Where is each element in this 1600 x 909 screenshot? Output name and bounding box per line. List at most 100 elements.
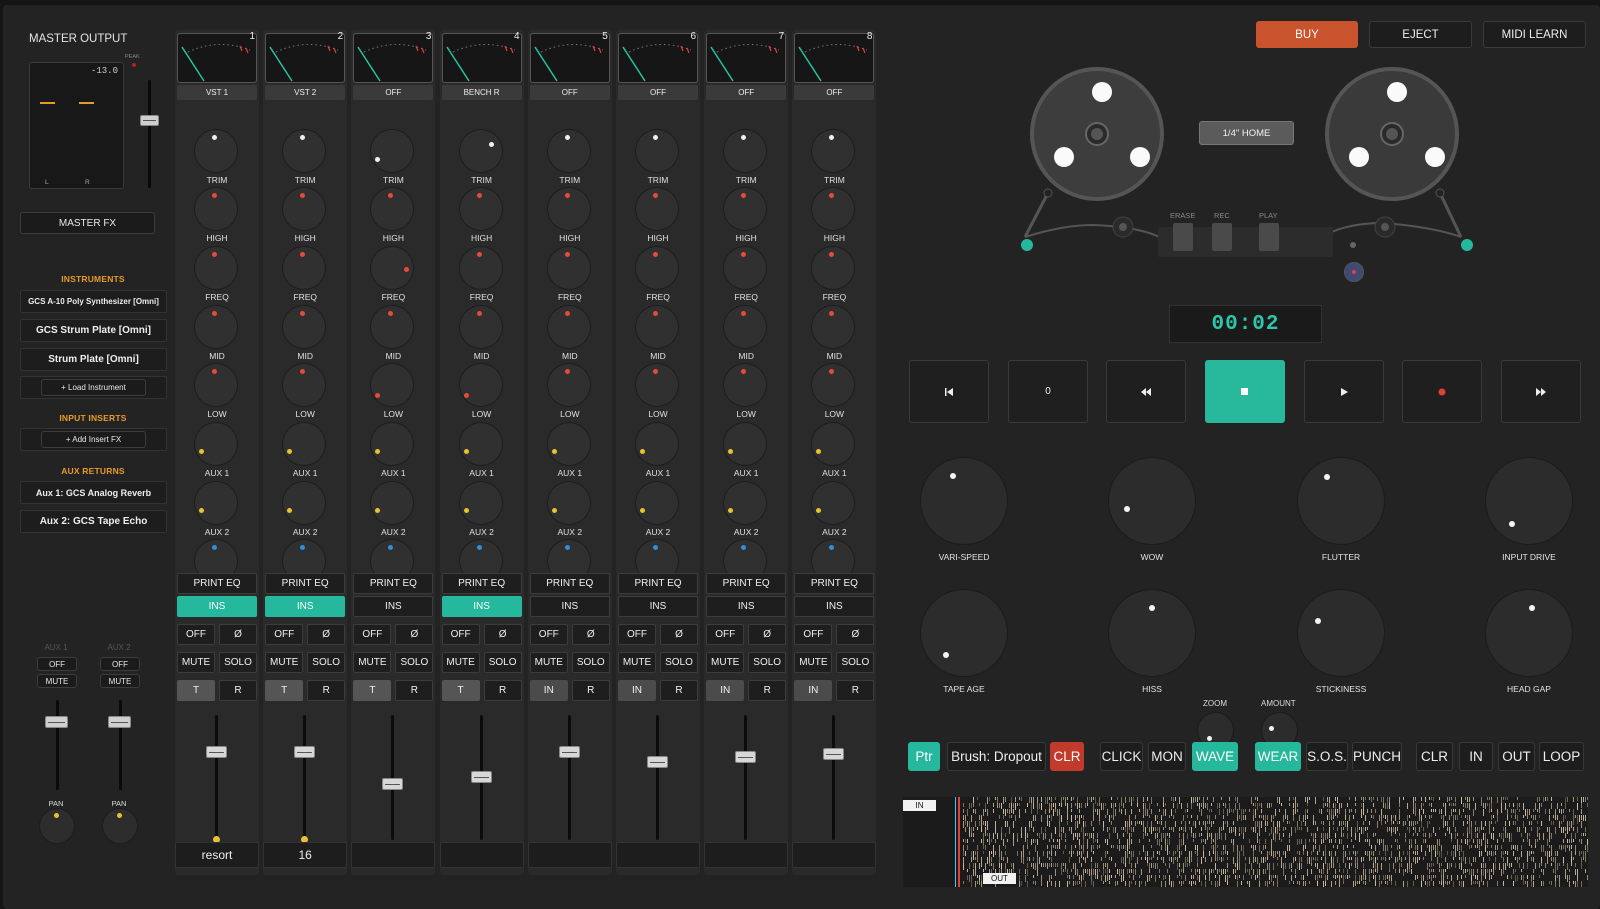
aux-2-off-button[interactable]: OFF <box>100 657 140 671</box>
phase-invert-button[interactable]: Ø <box>748 624 787 645</box>
trim-knob[interactable] <box>371 130 414 172</box>
trim-knob[interactable] <box>547 130 590 172</box>
in-marker[interactable]: IN <box>903 800 936 811</box>
channel-text-field[interactable] <box>792 842 877 868</box>
solo-button[interactable]: SOLO <box>660 652 698 673</box>
print-eq-button[interactable]: PRINT EQ <box>618 573 698 594</box>
print-eq-button[interactable]: PRINT EQ <box>353 573 434 594</box>
phase-invert-button[interactable]: Ø <box>483 624 522 645</box>
track-mode-button[interactable]: IN <box>706 680 745 701</box>
flutter-knob[interactable] <box>1298 458 1384 544</box>
trim-knob[interactable] <box>812 130 855 172</box>
out-point-button[interactable]: OUT <box>1498 742 1535 771</box>
ins-button[interactable]: INS <box>441 596 522 617</box>
mute-button[interactable]: MUTE <box>353 652 392 673</box>
solo-button[interactable]: SOLO <box>307 652 346 673</box>
clear-points-button[interactable]: CLR <box>1416 742 1453 771</box>
mute-button[interactable]: MUTE <box>706 652 745 673</box>
add-insert-fx-button[interactable]: + Add Insert FX <box>41 431 146 448</box>
head-gap-knob[interactable] <box>1486 590 1572 676</box>
in-point-button[interactable]: IN <box>1459 742 1493 771</box>
aux1-knob[interactable] <box>636 423 678 465</box>
channel-input-name[interactable]: OFF <box>794 85 875 100</box>
track-mode-button[interactable]: IN <box>618 680 656 701</box>
channel-text-field[interactable] <box>616 842 700 868</box>
trim-knob[interactable] <box>195 130 237 172</box>
high-knob[interactable] <box>724 188 767 230</box>
right-reel[interactable] <box>1325 67 1459 201</box>
aux1-knob[interactable] <box>724 423 767 465</box>
aux1-knob[interactable] <box>283 423 326 465</box>
rewind-button[interactable] <box>1106 360 1186 423</box>
aux1-knob[interactable] <box>547 423 590 465</box>
r-button[interactable]: R <box>483 680 522 701</box>
phase-invert-button[interactable]: Ø <box>571 624 610 645</box>
solo-button[interactable]: SOLO <box>219 652 257 673</box>
channel-fader[interactable] <box>735 751 757 764</box>
channel-fader[interactable] <box>647 756 668 769</box>
low-knob[interactable] <box>812 364 855 406</box>
mid-knob[interactable] <box>547 306 590 348</box>
brush-button[interactable]: Brush: Dropout <box>947 742 1046 771</box>
channel-fader[interactable] <box>382 777 404 790</box>
high-knob[interactable] <box>812 188 855 230</box>
print-eq-button[interactable]: PRINT EQ <box>265 573 346 594</box>
mid-knob[interactable] <box>195 306 237 348</box>
monitor-button[interactable]: MON <box>1148 742 1186 771</box>
channel-text-field[interactable] <box>704 842 789 868</box>
ins-button[interactable]: INS <box>618 596 698 617</box>
r-button[interactable]: R <box>219 680 257 701</box>
freq-knob[interactable] <box>812 247 855 289</box>
ins-button[interactable]: INS <box>794 596 875 617</box>
freq-knob[interactable] <box>371 247 414 289</box>
aux2-knob[interactable] <box>283 482 326 524</box>
aux-2-mute-button[interactable]: MUTE <box>100 674 140 688</box>
aux2-knob[interactable] <box>459 482 502 524</box>
phase-invert-button[interactable]: Ø <box>660 624 698 645</box>
channel-text-field[interactable] <box>351 842 436 868</box>
aux-2-fader[interactable] <box>108 716 131 728</box>
track-mode-button[interactable]: T <box>441 680 480 701</box>
solo-button[interactable]: SOLO <box>395 652 434 673</box>
mid-knob[interactable] <box>371 306 414 348</box>
left-reel[interactable] <box>1030 67 1164 201</box>
master-fx-button[interactable]: MASTER FX <box>20 212 155 234</box>
mute-button[interactable]: MUTE <box>618 652 656 673</box>
phase-invert-button[interactable]: Ø <box>836 624 875 645</box>
off-button[interactable]: OFF <box>706 624 745 645</box>
mid-knob[interactable] <box>283 306 326 348</box>
phase-invert-button[interactable]: Ø <box>307 624 346 645</box>
off-button[interactable]: OFF <box>353 624 392 645</box>
click-button[interactable]: CLICK <box>1100 742 1143 771</box>
aux2-knob[interactable] <box>547 482 590 524</box>
freq-knob[interactable] <box>283 247 326 289</box>
master-fader[interactable] <box>140 115 159 126</box>
freq-knob[interactable] <box>459 247 502 289</box>
channel-input-name[interactable]: VST 2 <box>265 85 346 100</box>
track-mode-button[interactable]: T <box>353 680 392 701</box>
off-button[interactable]: OFF <box>177 624 215 645</box>
low-knob[interactable] <box>195 364 237 406</box>
playhead[interactable] <box>958 797 960 887</box>
instrument-slot-3[interactable]: Strum Plate [Omni] <box>20 348 167 371</box>
freq-knob[interactable] <box>636 247 678 289</box>
solo-button[interactable]: SOLO <box>836 652 875 673</box>
wave-button[interactable]: WAVE <box>1192 742 1238 771</box>
aux-return-2[interactable]: Aux 2: GCS Tape Echo <box>20 510 167 533</box>
ins-button[interactable]: INS <box>706 596 787 617</box>
channel-fader[interactable] <box>558 746 580 759</box>
high-knob[interactable] <box>195 188 237 230</box>
aux-1-pan-knob[interactable] <box>40 809 74 843</box>
channel-text-field[interactable] <box>527 842 612 868</box>
off-button[interactable]: OFF <box>441 624 480 645</box>
high-knob[interactable] <box>547 188 590 230</box>
low-knob[interactable] <box>459 364 502 406</box>
rewind-to-start-button[interactable] <box>909 360 989 423</box>
aux1-knob[interactable] <box>195 423 237 465</box>
aux2-knob[interactable] <box>724 482 767 524</box>
channel-fader[interactable] <box>470 771 492 784</box>
zero-button[interactable]: 0 <box>1008 360 1088 423</box>
print-eq-button[interactable]: PRINT EQ <box>529 573 610 594</box>
home-button[interactable]: 1/4" HOME <box>1199 121 1294 145</box>
off-button[interactable]: OFF <box>529 624 568 645</box>
